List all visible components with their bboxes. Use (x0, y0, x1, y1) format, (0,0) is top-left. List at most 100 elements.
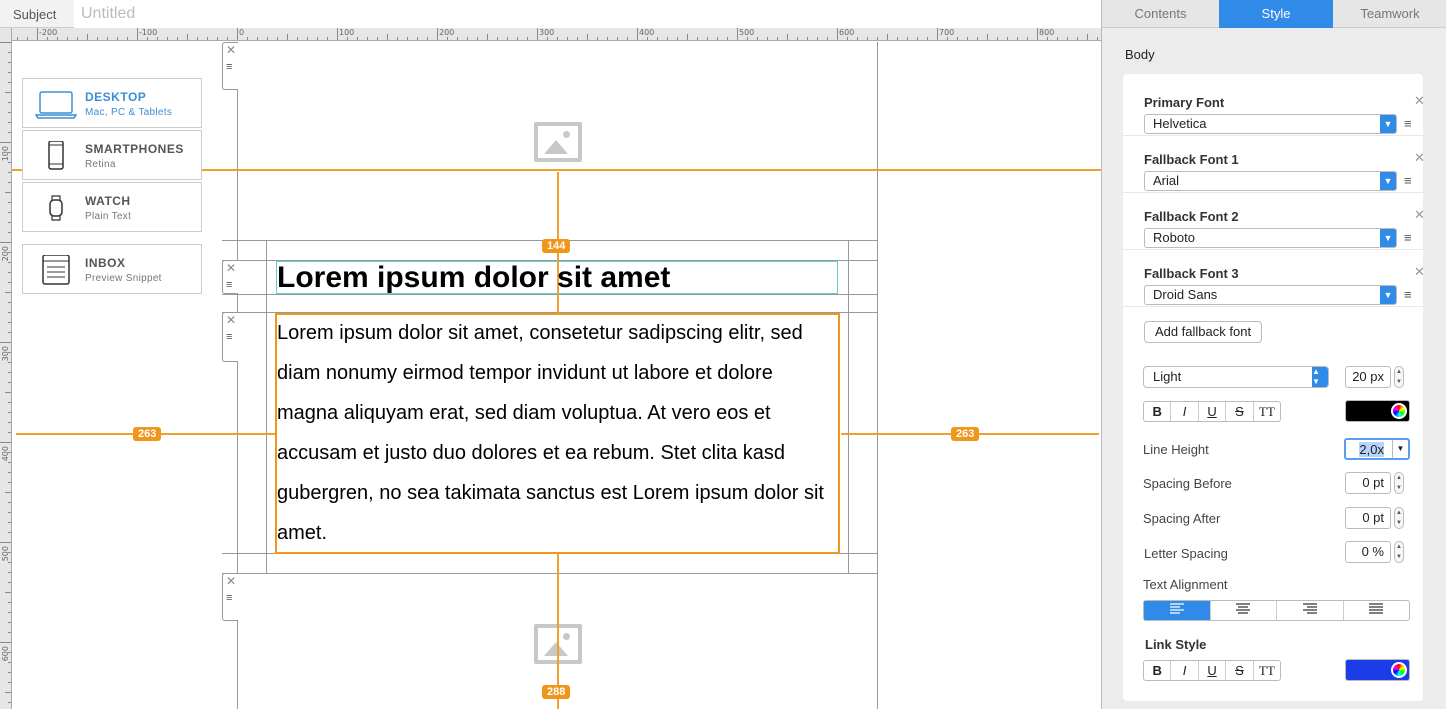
close-icon[interactable]: ✕ (226, 43, 236, 57)
device-smartphones[interactable]: SMARTPHONES Retina (22, 130, 202, 180)
font-select[interactable]: Droid Sans ▼ (1144, 285, 1397, 305)
subject-input[interactable] (74, 0, 1101, 28)
body-text-block[interactable]: Lorem ipsum dolor sit amet, consetetur s… (275, 313, 840, 554)
close-icon[interactable]: ✕ (226, 261, 236, 275)
device-name: DESKTOP (85, 90, 147, 104)
ruler-label: 400 (1, 446, 10, 462)
align-left-button[interactable] (1144, 601, 1211, 620)
drag-handle-icon[interactable]: ≡ (226, 61, 232, 73)
font-size-stepper[interactable]: ▲ ▼ (1394, 366, 1404, 388)
spacing-before-input[interactable]: 0 pt (1345, 472, 1391, 494)
font-select[interactable]: Roboto ▼ (1144, 228, 1397, 248)
link-color-swatch[interactable] (1345, 659, 1410, 681)
menu-icon[interactable]: ≡ (1404, 116, 1412, 131)
drag-handle-icon[interactable]: ≡ (226, 279, 232, 291)
ruler-tick (8, 302, 11, 303)
ruler-tick (8, 602, 11, 603)
font-select[interactable]: Helvetica ▼ (1144, 114, 1397, 134)
drag-handle-icon[interactable]: ≡ (226, 592, 232, 604)
menu-icon[interactable]: ≡ (1404, 287, 1412, 302)
ruler-tick (8, 702, 11, 703)
align-center-button[interactable] (1211, 601, 1277, 620)
link-italic-button[interactable]: I (1171, 661, 1199, 680)
ruler-tick (407, 37, 408, 40)
line-height-label: Line Height (1143, 442, 1209, 457)
font-weight-select[interactable]: Light ▲ ▼ (1143, 366, 1329, 388)
add-fallback-font-button[interactable]: Add fallback font (1144, 321, 1262, 343)
image-placeholder-icon[interactable] (534, 122, 582, 162)
ruler-tick (8, 162, 11, 163)
row-controls[interactable]: ✕ ≡ (222, 573, 238, 621)
close-icon[interactable]: ✕ (226, 574, 236, 588)
ruler-tick (0, 542, 11, 543)
underline-button[interactable]: U (1199, 402, 1227, 421)
uppercase-button[interactable]: TT (1254, 402, 1280, 421)
letter-spacing-stepper[interactable]: ▲ ▼ (1394, 541, 1404, 563)
menu-icon[interactable]: ≡ (1404, 173, 1412, 188)
ruler-tick (8, 282, 11, 283)
spacing-after-input[interactable]: 0 pt (1345, 507, 1391, 529)
line-height-value: 2,0x (1359, 442, 1384, 457)
link-strikethrough-button[interactable]: S (1226, 661, 1254, 680)
row-controls[interactable]: ✕ ≡ (222, 260, 238, 294)
font-row-fallback-1: Fallback Font 1 ✕ Arial ▼ ≡ (1123, 136, 1425, 193)
ruler-tick (5, 392, 11, 393)
ruler-tick (657, 37, 658, 40)
font-value: Droid Sans (1153, 287, 1218, 302)
ruler-tick (8, 322, 11, 323)
strikethrough-button[interactable]: S (1226, 402, 1254, 421)
ruler-tick (667, 37, 668, 40)
ruler-tick (417, 37, 418, 40)
spacing-before-stepper[interactable]: ▲ ▼ (1394, 472, 1404, 494)
link-uppercase-button[interactable]: TT (1254, 661, 1280, 680)
ruler-label: 400 (639, 28, 655, 37)
font-size-input[interactable]: 20 px (1345, 366, 1391, 388)
line-height-input[interactable]: 2,0x ▼ (1344, 438, 1410, 460)
text-color-swatch[interactable] (1345, 400, 1410, 422)
remove-icon[interactable]: ✕ (1414, 150, 1425, 166)
device-watch[interactable]: WATCH Plain Text (22, 182, 202, 232)
device-desktop[interactable]: DESKTOP Mac, PC & Tablets (22, 78, 202, 128)
row-divider (222, 573, 878, 574)
tab-teamwork[interactable]: Teamwork (1333, 0, 1446, 28)
drag-handle-icon[interactable]: ≡ (226, 331, 232, 343)
close-icon[interactable]: ✕ (226, 313, 236, 327)
remove-icon[interactable]: ✕ (1414, 207, 1425, 223)
row-controls[interactable]: ✕ ≡ (222, 312, 238, 362)
tab-style[interactable]: Style (1219, 0, 1333, 28)
tab-contents[interactable]: Contents (1102, 0, 1219, 28)
ruler-tick (8, 362, 11, 363)
ruler-tick (597, 37, 598, 40)
ruler-tick (627, 37, 628, 40)
ruler-tick (107, 37, 108, 40)
menu-icon[interactable]: ≡ (1404, 230, 1412, 245)
ruler-tick (1047, 37, 1048, 40)
remove-icon[interactable]: ✕ (1414, 93, 1425, 109)
font-select[interactable]: Arial ▼ (1144, 171, 1397, 191)
italic-button[interactable]: I (1171, 402, 1199, 421)
link-bold-button[interactable]: B (1144, 661, 1172, 680)
device-inbox[interactable]: INBOX Preview Snippet (22, 244, 202, 294)
headline-text[interactable]: Lorem ipsum dolor sit amet (276, 261, 838, 294)
row-controls[interactable]: ✕ ≡ (222, 42, 238, 90)
align-right-button[interactable] (1277, 601, 1344, 620)
ruler-tick (8, 212, 11, 213)
chevron-down-icon: ▼ (1380, 115, 1396, 133)
ruler-tick (477, 37, 478, 40)
ruler-tick (97, 37, 98, 40)
remove-icon[interactable]: ✕ (1414, 264, 1425, 280)
ruler-tick (147, 37, 148, 40)
bold-button[interactable]: B (1144, 402, 1172, 421)
ruler-tick (287, 34, 288, 40)
device-name: INBOX (85, 256, 126, 270)
device-name: SMARTPHONES (85, 142, 184, 156)
font-value: Arial (1153, 173, 1180, 188)
align-justify-button[interactable] (1344, 601, 1410, 620)
ruler-tick (307, 37, 308, 40)
spacing-after-stepper[interactable]: ▲ ▼ (1394, 507, 1404, 529)
ruler-tick (807, 37, 808, 40)
link-underline-button[interactable]: U (1199, 661, 1227, 680)
ruler-tick (47, 37, 48, 40)
ruler-tick (327, 37, 328, 40)
letter-spacing-input[interactable]: 0 % (1345, 541, 1391, 563)
